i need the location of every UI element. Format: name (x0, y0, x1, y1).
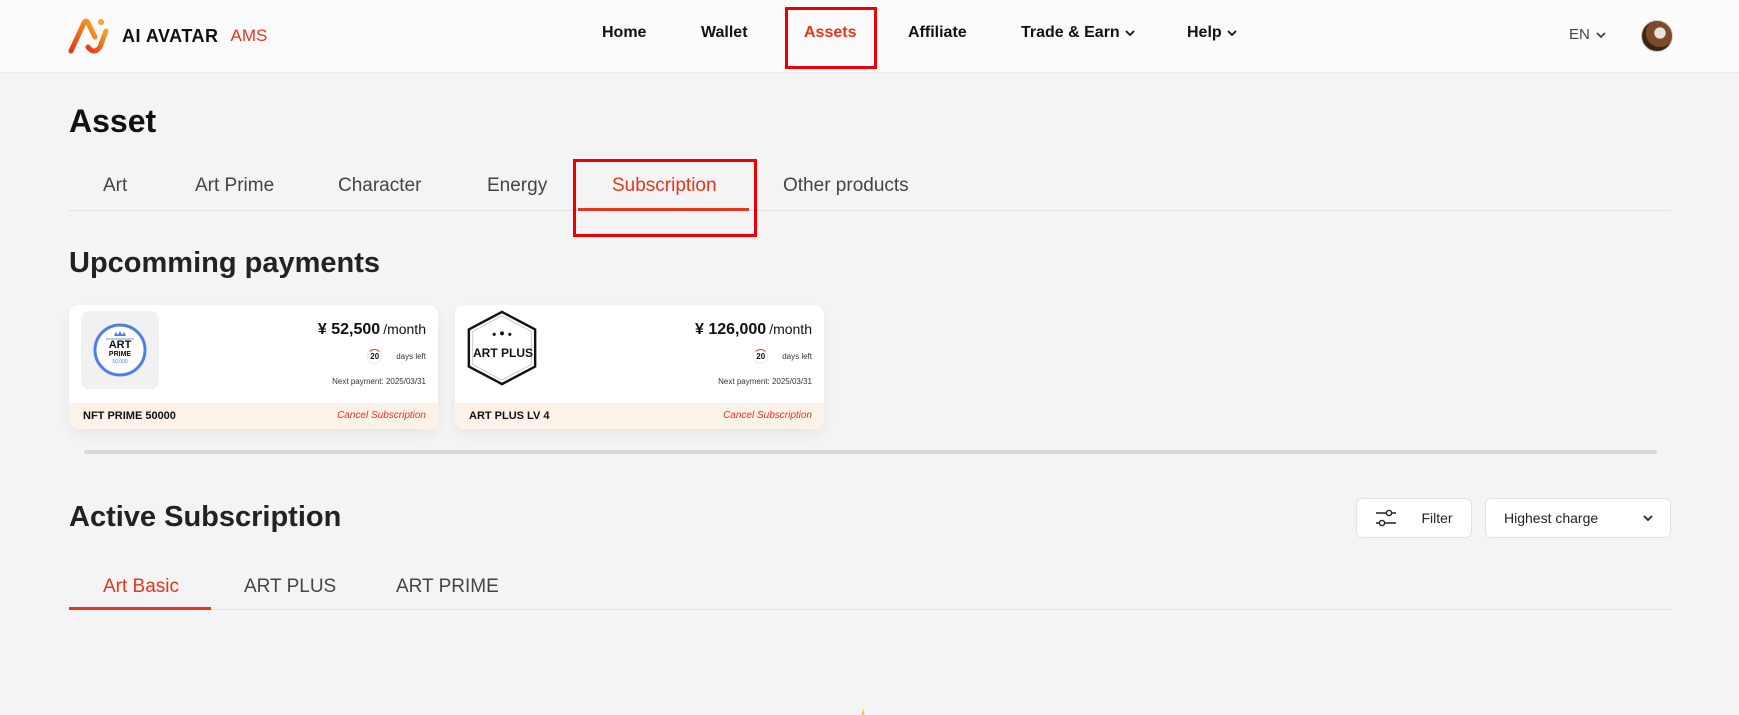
art-plus-badge: ART PLUS (463, 309, 541, 387)
price-value: ¥ 52,500 (317, 321, 381, 338)
nav-trade-earn-label: Trade & Earn (1021, 24, 1120, 41)
brand-logo[interactable]: AI AVATAR AMS (68, 17, 267, 55)
nav-help-label: Help (1187, 24, 1222, 41)
nav-assets-highlight (785, 7, 877, 69)
payment-price: ¥ 52,500/month (318, 321, 426, 339)
filter-label: Filter (1421, 510, 1453, 526)
nav-wallet-label: Wallet (701, 24, 748, 41)
tab-art-prime[interactable]: Art Prime (195, 175, 274, 197)
cancel-subscription-link[interactable]: Cancel Subscription (337, 410, 426, 421)
nav-wallet[interactable]: Wallet (701, 24, 748, 42)
tab-art[interactable]: Art (103, 175, 127, 197)
subscription-type-tabs: Art Basic ART PLUS ART PRIME (69, 576, 1671, 610)
sort-dropdown[interactable]: Highest charge (1485, 498, 1671, 538)
days-left-badge: 20 (753, 349, 769, 364)
upcoming-payments-title: Upcomming payments (69, 247, 380, 279)
nav-help[interactable]: Help (1187, 24, 1238, 42)
price-period: /month (383, 321, 426, 337)
nav-home[interactable]: Home (602, 24, 646, 42)
ai-avatar-logo-icon (68, 18, 109, 54)
tab-energy[interactable]: Energy (487, 175, 547, 197)
tab-subscription-highlight (573, 159, 757, 237)
page-title: Asset (69, 103, 157, 139)
tab-art-plus[interactable]: ART PLUS (244, 576, 336, 598)
tab-character[interactable]: Character (338, 175, 421, 197)
filter-sliders-icon (1376, 509, 1397, 527)
active-subscription-title: Active Subscription (69, 501, 342, 533)
nav-affiliate[interactable]: Affiliate (908, 24, 967, 42)
sparkle-icon (861, 708, 865, 715)
brand-suffix: AMS (230, 26, 268, 45)
nav-home-label: Home (602, 24, 647, 41)
chevron-down-icon (1643, 515, 1653, 522)
filter-button[interactable]: Filter (1356, 498, 1472, 538)
badge-line1: ART (108, 339, 132, 351)
art-prime-badge: ART PRIME 50,000 (81, 311, 159, 389)
chevron-down-icon (1596, 31, 1606, 38)
language-selector[interactable]: EN (1569, 26, 1607, 43)
payment-price: ¥ 126,000/month (695, 321, 812, 339)
top-navbar: AI AVATAR AMS Home Wallet Assets Affilia… (0, 0, 1739, 73)
active-tab-indicator (69, 607, 211, 610)
tab-other-products[interactable]: Other products (783, 175, 909, 197)
tab-art-prime-sub[interactable]: ART PRIME (396, 576, 499, 598)
days-left-badge: 20 (367, 349, 383, 364)
days-left: 20 days left (753, 349, 812, 364)
user-avatar[interactable] (1641, 20, 1673, 52)
payment-card: ART PRIME 50,000 ¥ 52,500/month 20 days … (69, 305, 438, 429)
payment-card: ART PLUS ¥ 126,000/month 20 days left Ne… (455, 305, 824, 429)
next-payment-date: Next payment: 2025/03/31 (332, 377, 426, 386)
tab-art-basic[interactable]: Art Basic (103, 576, 179, 598)
art-plus-badge-text: ART PLUS (473, 346, 533, 360)
nav-affiliate-label: Affiliate (908, 24, 967, 41)
days-left-label: days left (396, 352, 426, 361)
price-period: /month (769, 321, 812, 337)
subscription-name: NFT PRIME 50000 (83, 410, 176, 422)
sort-value: Highest charge (1504, 510, 1599, 526)
chevron-down-icon (1227, 30, 1237, 37)
price-value: ¥ 126,000 (695, 321, 767, 338)
badge-line3: 50,000 (112, 359, 128, 365)
days-left: 20 days left (367, 349, 426, 364)
language-label: EN (1569, 26, 1590, 43)
nav-trade-earn[interactable]: Trade & Earn (1021, 24, 1136, 42)
badge-line2: PRIME (108, 351, 132, 358)
next-payment-date: Next payment: 2025/03/31 (718, 377, 812, 386)
card-footer: NFT PRIME 50000 Cancel Subscription (69, 403, 438, 429)
days-left-label: days left (782, 352, 812, 361)
brand-name: AI AVATAR (122, 25, 219, 46)
subscription-name: ART PLUS LV 4 (469, 410, 550, 422)
horizontal-scrollbar[interactable] (84, 450, 1657, 454)
art-prime-badge-text: ART PRIME 50,000 (81, 339, 159, 366)
chevron-down-icon (1125, 30, 1135, 37)
asset-tabs: Art Art Prime Character Energy Subscript… (69, 175, 1671, 211)
cancel-subscription-link[interactable]: Cancel Subscription (723, 410, 812, 421)
card-footer: ART PLUS LV 4 Cancel Subscription (455, 403, 824, 429)
